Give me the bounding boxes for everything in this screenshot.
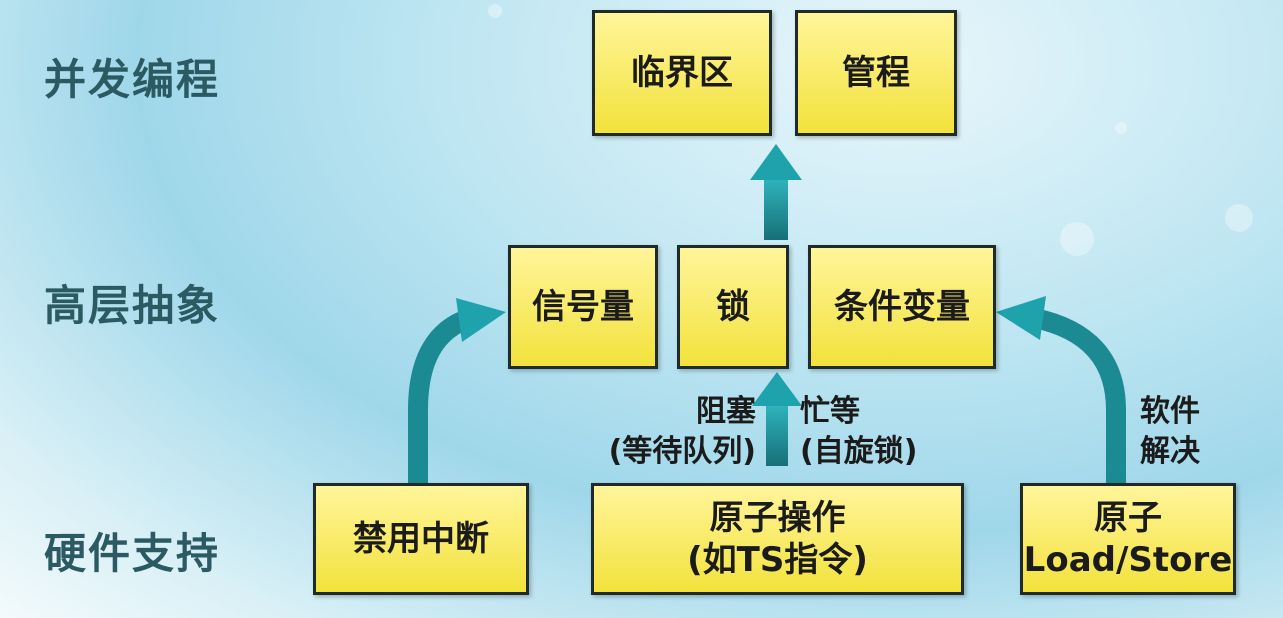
box-atomic-load-store-line1: 原子	[1094, 498, 1162, 538]
box-atomic-operation-line2: (如TS指令)	[687, 540, 868, 580]
box-atomic-operation-line1: 原子操作	[709, 498, 846, 538]
note-software: 软件 解决	[1140, 392, 1230, 472]
note-blocking: 阻塞 (等待队列)	[584, 392, 756, 472]
box-disable-interrupts-label: 禁用中断	[353, 519, 489, 559]
note-busy-wait-line1: 忙等	[800, 394, 860, 429]
box-lock-label: 锁	[716, 287, 750, 327]
arrow-up-top	[750, 144, 802, 240]
note-busy-wait-line2: (自旋锁)	[800, 434, 918, 469]
box-atomic-load-store-line2: Load/Store	[1023, 540, 1233, 580]
note-blocking-line1: 阻塞	[696, 394, 756, 429]
note-busy-wait: 忙等 (自旋锁)	[800, 392, 950, 472]
box-disable-interrupts: 禁用中断	[313, 483, 529, 595]
note-software-line1: 软件	[1140, 394, 1200, 429]
box-atomic-operation: 原子操作 (如TS指令)	[591, 483, 964, 595]
box-critical-section-label: 临界区	[631, 53, 733, 93]
arrow-curve-left	[408, 298, 506, 486]
note-blocking-line2: (等待队列)	[608, 434, 756, 469]
box-semaphore-label: 信号量	[532, 287, 634, 327]
box-monitor-label: 管程	[842, 53, 910, 93]
box-lock: 锁	[677, 245, 789, 369]
box-condition-variable-label: 条件变量	[834, 287, 970, 327]
box-semaphore: 信号量	[508, 245, 658, 369]
box-critical-section: 临界区	[592, 10, 772, 136]
box-condition-variable: 条件变量	[808, 245, 996, 369]
note-software-line2: 解决	[1140, 434, 1200, 469]
arrow-curve-right	[996, 296, 1126, 486]
box-atomic-load-store: 原子 Load/Store	[1020, 483, 1236, 595]
box-monitor: 管程	[795, 10, 957, 136]
arrow-up-middle	[752, 372, 802, 466]
